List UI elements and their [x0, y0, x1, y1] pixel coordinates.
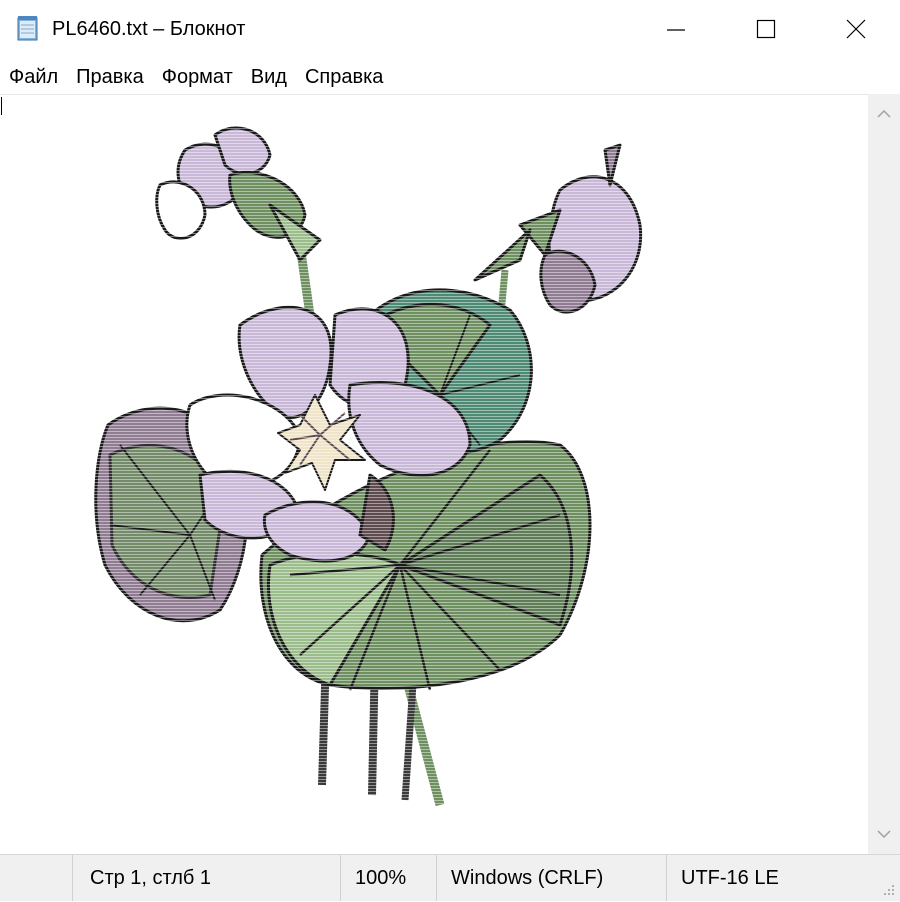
maximize-button[interactable]: [720, 0, 812, 58]
close-icon: [846, 19, 866, 39]
close-button[interactable]: [810, 0, 900, 58]
status-line-endings: Windows (CRLF): [436, 855, 666, 901]
chevron-down-icon: [877, 830, 891, 839]
status-bar: Стр 1, стлб 1 100% Windows (CRLF) UTF-16…: [0, 854, 900, 901]
menu-help[interactable]: Справка: [296, 64, 392, 90]
notepad-icon: [16, 15, 40, 41]
chevron-up-icon: [877, 109, 891, 118]
scroll-down-button[interactable]: [868, 818, 900, 850]
vertical-scrollbar[interactable]: [868, 94, 900, 854]
text-editor[interactable]: [0, 94, 868, 855]
scroll-up-button[interactable]: [868, 98, 900, 130]
menu-view[interactable]: Вид: [242, 64, 296, 90]
status-encoding: UTF-16 LE: [666, 855, 866, 901]
maximize-icon: [756, 19, 776, 39]
menu-bar: Файл Правка Формат Вид Справка: [0, 60, 900, 94]
menu-edit[interactable]: Правка: [67, 64, 153, 90]
menu-format[interactable]: Формат: [153, 64, 242, 90]
window-title: PL6460.txt – Блокнот: [52, 18, 246, 40]
minimize-icon: [667, 29, 685, 31]
status-cursor-position: Стр 1, стлб 1: [72, 855, 340, 901]
resize-grip-icon[interactable]: [880, 881, 896, 897]
menu-file[interactable]: Файл: [0, 64, 67, 90]
minimize-button[interactable]: [630, 0, 722, 58]
flower-illustration: [80, 115, 680, 835]
status-zoom: 100%: [340, 855, 436, 901]
title-bar[interactable]: PL6460.txt – Блокнот: [0, 0, 900, 58]
